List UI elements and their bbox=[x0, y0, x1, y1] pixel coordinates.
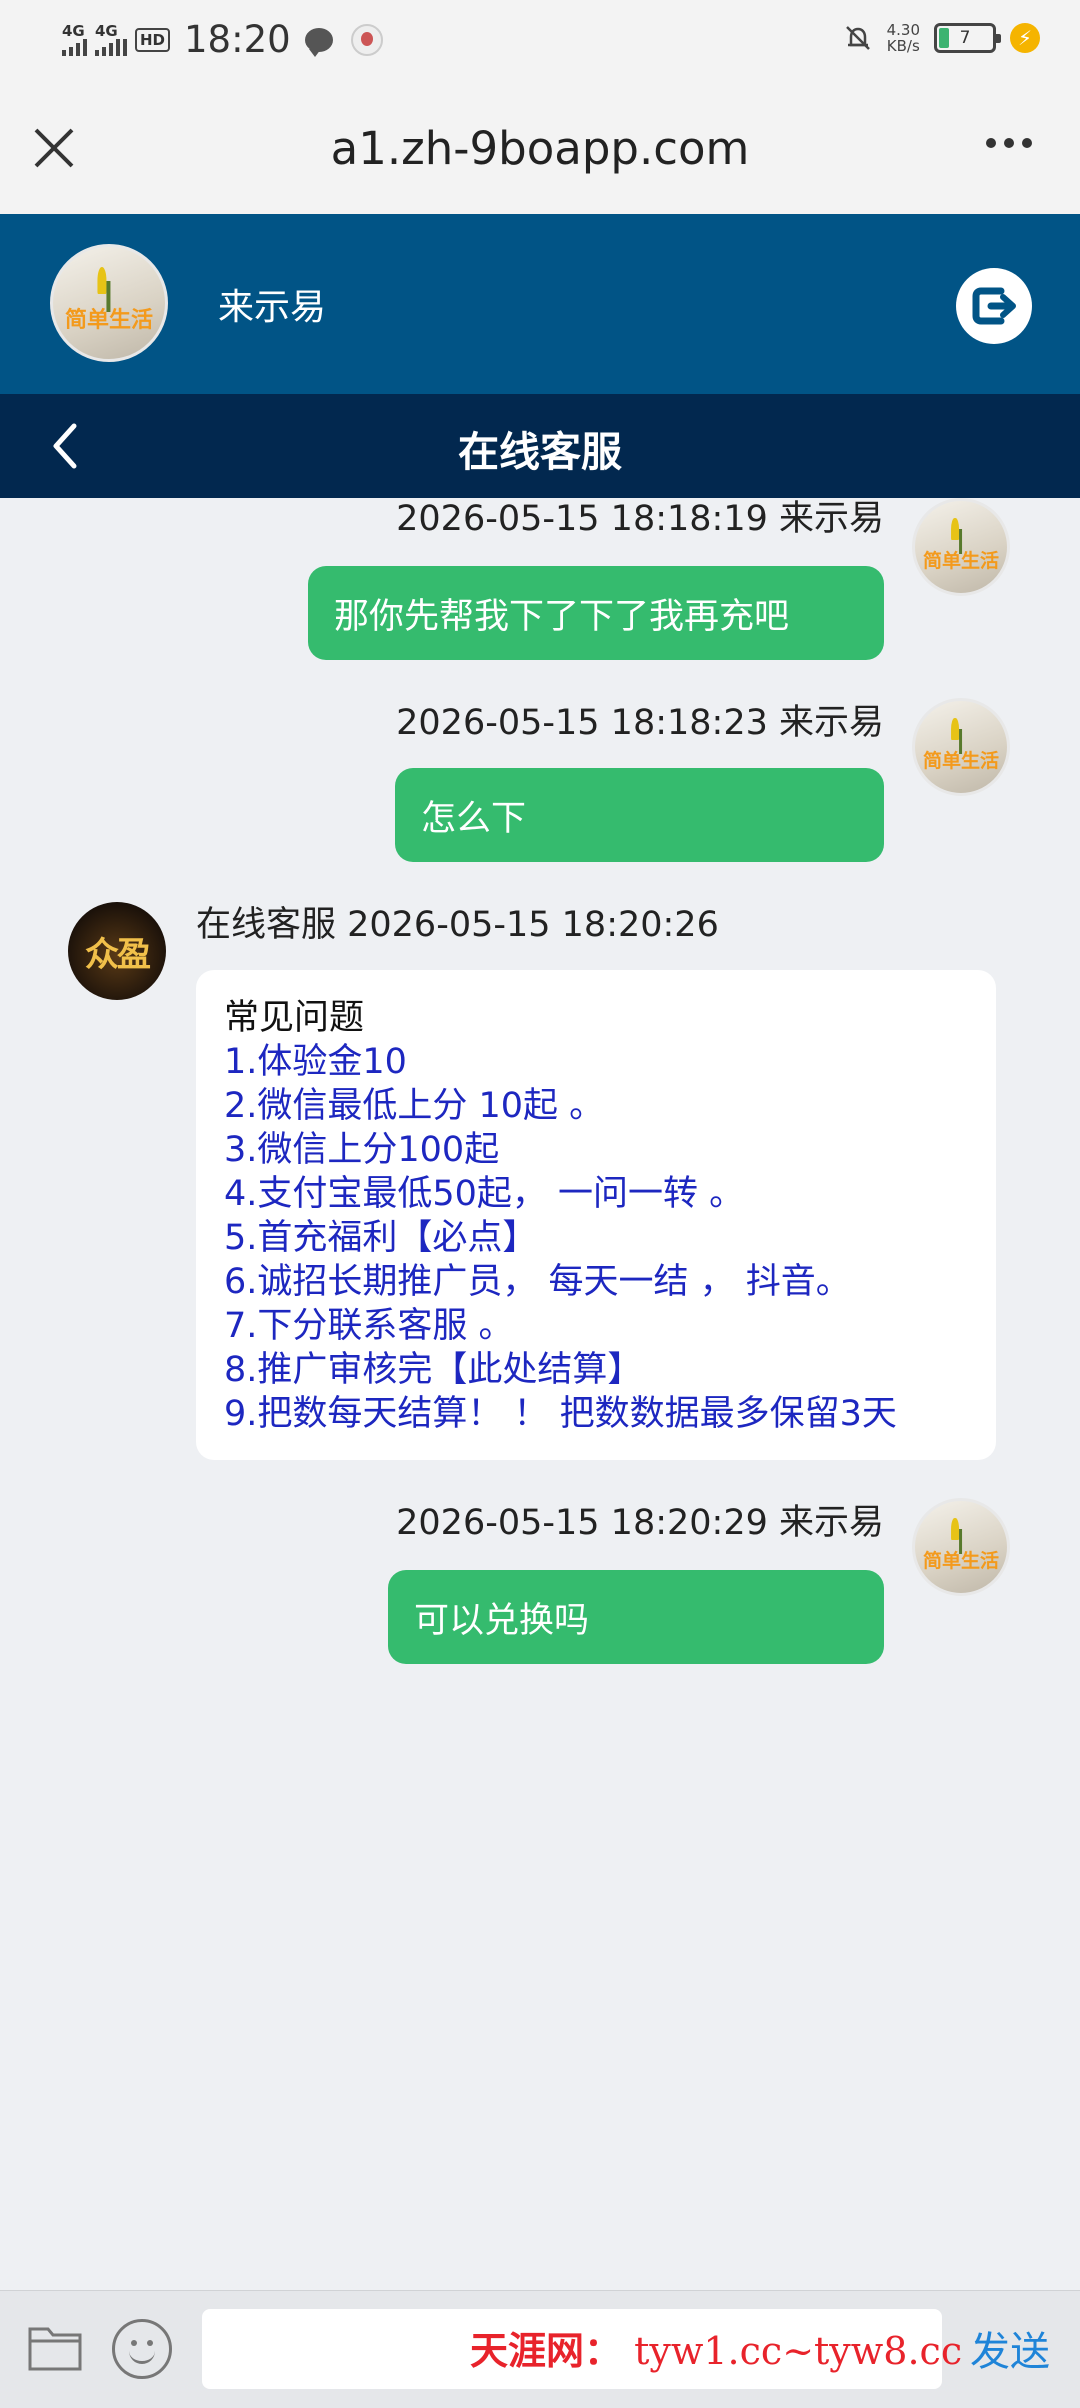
faq-item[interactable]: 2.微信最低上分 10起 。 bbox=[224, 1084, 968, 1128]
page-title: 在线客服 bbox=[458, 428, 622, 476]
incoming-message[interactable]: 常见问题 1.体验金10 2.微信最低上分 10起 。 3.微信上分100起 4… bbox=[196, 970, 996, 1460]
faq-item[interactable]: 6.诚招长期推广员， 每天一结 ， 抖音。 bbox=[224, 1260, 968, 1304]
battery-level: 7 bbox=[959, 28, 971, 48]
sender-avatar-text: 简单生活 bbox=[922, 549, 999, 572]
watermark-urls: tyw1.cc~tyw8.cc bbox=[634, 2329, 963, 2373]
folder-icon[interactable] bbox=[26, 2319, 84, 2375]
service-avatar: 众盈 bbox=[68, 902, 166, 1000]
outgoing-message[interactable]: 可以兑换吗 bbox=[388, 1570, 884, 1664]
outgoing-message[interactable]: 那你先帮我下了下了我再充吧 bbox=[308, 566, 884, 660]
message-meta: 2026-05-15 18:20:29 来示易 bbox=[396, 1503, 884, 1543]
user-name: 来示易 bbox=[218, 287, 327, 328]
logout-icon bbox=[972, 287, 1016, 325]
faq-item[interactable]: 8.推广审核完【此处结算】 bbox=[224, 1348, 968, 1392]
user-avatar-text: 简单生活 bbox=[64, 308, 153, 334]
signal-2-icon: 4G bbox=[95, 21, 127, 56]
message-meta: 2026-05-15 18:18:23 来示易 bbox=[396, 703, 884, 743]
page: 4G 4G HD 18:20 4.30 KB/s 7 ⚡ a1.zh-9boap… bbox=[0, 0, 1080, 2408]
sender-avatar-text: 简单生活 bbox=[922, 1549, 999, 1572]
faq-item[interactable]: 3.微信上分100起 bbox=[224, 1128, 968, 1172]
more-menu-icon[interactable] bbox=[986, 138, 1032, 148]
message-notification-icon bbox=[304, 27, 333, 57]
network-type-1: 4G bbox=[62, 21, 85, 40]
clock: 18:20 bbox=[184, 18, 291, 61]
emoji-icon[interactable] bbox=[112, 2319, 172, 2379]
send-button[interactable]: 发送 bbox=[970, 2319, 1050, 2377]
logout-button[interactable] bbox=[956, 268, 1032, 344]
network-speed: 4.30 KB/s bbox=[887, 22, 920, 54]
signal-1-icon: 4G bbox=[62, 21, 87, 56]
hd-voice-icon: HD bbox=[135, 27, 171, 52]
mute-bell-icon bbox=[845, 26, 870, 50]
browser-toolbar: a1.zh-9boapp.com bbox=[0, 82, 1080, 214]
outgoing-message[interactable]: 怎么下 bbox=[395, 768, 884, 862]
title-bar: 在线客服 bbox=[0, 394, 1080, 498]
network-type-2: 4G bbox=[95, 21, 118, 40]
browser-url[interactable]: a1.zh-9boapp.com bbox=[0, 122, 1080, 175]
network-speed-unit: KB/s bbox=[886, 37, 920, 55]
faq-heading: 常见问题 bbox=[224, 998, 365, 1038]
charging-bolt-icon: ⚡ bbox=[1010, 23, 1040, 53]
sender-avatar: 简单生活 bbox=[912, 498, 1010, 596]
sender-avatar: 简单生活 bbox=[912, 698, 1010, 796]
sender-avatar-text: 简单生活 bbox=[922, 749, 999, 772]
app-notification-icon bbox=[350, 23, 383, 56]
faq-item[interactable]: 1.体验金10 bbox=[224, 1040, 968, 1084]
status-bar: 4G 4G HD 18:20 4.30 KB/s 7 ⚡ bbox=[0, 0, 1080, 82]
faq-item[interactable]: 7.下分联系客服 。 bbox=[224, 1304, 968, 1348]
faq-item[interactable]: 4.支付宝最低50起， 一问一转 。 bbox=[224, 1172, 968, 1216]
message-meta: 2026-05-15 18:18:19 来示易 bbox=[396, 499, 884, 539]
faq-item[interactable]: 5.首充福利【必点】 bbox=[224, 1216, 968, 1260]
chat-area[interactable]: 2026-05-15 18:18:19 来示易 简单生活 那你先帮我下了下了我再… bbox=[0, 498, 1080, 2290]
battery-icon: 7 bbox=[934, 23, 1001, 53]
message-meta: 在线客服 2026-05-15 18:20:26 bbox=[196, 905, 719, 945]
user-avatar[interactable]: 简单生活 bbox=[50, 244, 168, 362]
faq-item[interactable]: 9.把数每天结算！ ！ 把数数据最多保留3天 bbox=[224, 1392, 968, 1436]
sender-avatar: 简单生活 bbox=[912, 1498, 1010, 1596]
user-header: 简单生活 来示易 bbox=[0, 214, 1080, 394]
watermark-label: 天涯网： bbox=[470, 2328, 623, 2373]
watermark: 天涯网： tyw1.cc~tyw8.cc bbox=[470, 2320, 962, 2375]
network-speed-value: 4.30 bbox=[886, 21, 920, 39]
